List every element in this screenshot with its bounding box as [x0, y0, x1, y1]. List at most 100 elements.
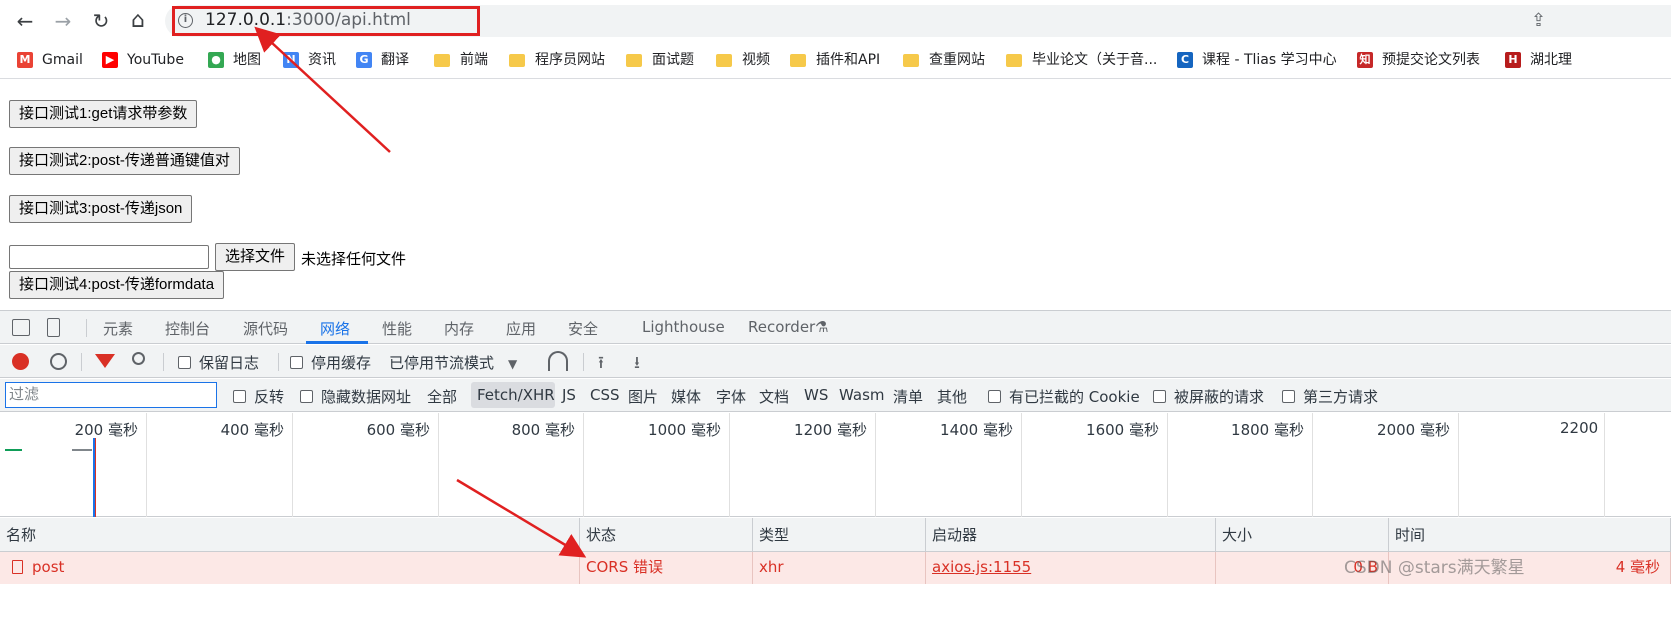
checkbox-box[interactable]	[233, 390, 246, 403]
invert-label: 反转	[254, 388, 285, 406]
tab-8[interactable]: Lighthouse	[642, 318, 725, 336]
network-overview-timeline[interactable]: 200 毫秒 400 毫秒 600 毫秒 800 毫秒 1000 毫秒 1200 毫秒 14…	[0, 413, 1671, 517]
api-test-4-button[interactable]: 接口测试4:post-传递formdata	[9, 271, 225, 299]
forward-button[interactable]: →	[50, 8, 76, 34]
bookmark-item[interactable]: C 课程 - Tlias 学习中心	[1177, 50, 1337, 70]
divider	[583, 353, 584, 371]
filter-type-1[interactable]: Fetch/XHR	[477, 386, 555, 404]
folder-icon	[626, 53, 642, 67]
bookmark-item[interactable]: G 翻译	[356, 50, 409, 70]
choose-file-button[interactable]: 选择文件	[215, 243, 296, 271]
filter-type-8[interactable]: WS	[804, 386, 828, 404]
filter-icon[interactable]	[95, 354, 115, 368]
column-header-4[interactable]: 大小	[1216, 518, 1389, 552]
bookmark-item[interactable]: M Gmail	[17, 50, 83, 70]
column-header-5[interactable]: 时间	[1389, 518, 1671, 552]
bookmark-item[interactable]: 视频	[716, 50, 770, 70]
cell-type: xhr	[753, 552, 926, 584]
bookmark-item[interactable]: 插件和API	[790, 50, 880, 70]
record-icon[interactable]	[12, 353, 29, 370]
bookmark-item[interactable]: 程序员网站	[509, 50, 605, 70]
cell-initiator[interactable]: axios.js:1155	[926, 552, 1216, 584]
tab-4[interactable]: 性能	[382, 318, 412, 339]
tab-1[interactable]: 控制台	[165, 318, 210, 339]
timeline-tick-label: 1600 毫秒	[1086, 421, 1159, 439]
bookmark-item[interactable]: H 湖北理	[1505, 50, 1572, 70]
filter-type-0[interactable]: 全部	[427, 386, 457, 407]
bookmark-item[interactable]: ● 地图	[208, 50, 261, 70]
bookmark-item[interactable]: 知预提交论文列表	[1357, 50, 1480, 70]
checkbox-box[interactable]	[178, 356, 191, 369]
column-header-2[interactable]: 类型	[753, 518, 926, 552]
document-icon	[12, 560, 23, 574]
filter-type-3[interactable]: CSS	[590, 386, 620, 404]
api-test-2-button[interactable]: 接口测试2:post-传递普通键值对	[9, 147, 240, 175]
network-conditions-icon[interactable]	[548, 351, 568, 371]
disable-cache-checkbox[interactable]: 停用缓存	[290, 352, 371, 373]
search-icon[interactable]	[132, 352, 145, 365]
column-header-0[interactable]: 名称	[0, 518, 580, 552]
import-har-icon[interactable]: ⭱	[598, 350, 604, 379]
hide-data-urls-checkbox[interactable]: 隐藏数据网址	[300, 386, 411, 407]
api-test-1-button[interactable]: 接口测试1:get请求带参数	[9, 100, 198, 128]
third-party-checkbox[interactable]: 第三方请求	[1282, 386, 1378, 407]
inspect-element-icon[interactable]	[12, 319, 30, 336]
cell-text: axios.js:1155	[932, 558, 1032, 576]
bookmarks-bar: M Gmail ▶ YouTube ● 地图 N 资讯 G 翻译 前端 程序员网站 面试题 视频 插件和AP…	[0, 44, 1671, 76]
tab-7[interactable]: 安全	[568, 318, 598, 339]
column-header-3[interactable]: 启动器	[926, 518, 1216, 552]
timeline-bar	[72, 449, 92, 451]
bookmark-item[interactable]: 前端	[434, 50, 488, 70]
bookmark-item[interactable]: 查重网站	[903, 50, 985, 70]
blocked-requests-checkbox[interactable]: 被屏蔽的请求	[1153, 386, 1264, 407]
checkbox-box[interactable]	[1153, 390, 1166, 403]
gmail-icon: M	[17, 52, 33, 68]
timeline-gridline	[292, 413, 293, 517]
column-header-1[interactable]: 状态	[580, 518, 753, 552]
filter-input[interactable]: 过滤	[5, 382, 217, 408]
checkbox-box[interactable]	[290, 356, 303, 369]
throttle-select[interactable]: 已停用节流模式 ▼	[389, 352, 517, 373]
filter-type-10[interactable]: 清单	[893, 386, 923, 407]
preserve-log-checkbox[interactable]: 保留日志	[178, 352, 259, 373]
tab-5[interactable]: 内存	[444, 318, 474, 339]
bookmark-item[interactable]: N 资讯	[283, 50, 336, 70]
bookmark-item[interactable]: 毕业论文（关于音...	[1006, 50, 1157, 70]
bookmark-item[interactable]: 面试题	[626, 50, 694, 70]
share-icon[interactable]: ⇪	[1531, 10, 1546, 31]
tab-3[interactable]: 网络	[320, 318, 350, 339]
back-button[interactable]: ←	[12, 8, 38, 34]
filter-type-5[interactable]: 媒体	[671, 386, 701, 407]
filter-type-2[interactable]: JS	[562, 386, 576, 404]
tab-2[interactable]: 源代码	[243, 318, 288, 339]
bookmark-item[interactable]: ▶ YouTube	[102, 50, 184, 70]
filter-type-11[interactable]: 其他	[937, 386, 967, 407]
filter-type-4[interactable]: 图片	[628, 386, 658, 407]
checkbox-box[interactable]	[988, 390, 1001, 403]
filter-type-7[interactable]: 文档	[759, 386, 789, 407]
timeline-tick-label: 1400 毫秒	[940, 421, 1013, 439]
filter-type-6[interactable]: 字体	[716, 386, 746, 407]
text-input[interactable]	[9, 245, 209, 269]
tab-0[interactable]: 元素	[103, 318, 133, 339]
export-har-icon[interactable]: ⭳	[634, 350, 640, 379]
checkbox-box[interactable]	[1282, 390, 1295, 403]
clear-icon[interactable]	[50, 353, 67, 370]
reload-button[interactable]: ↻	[88, 8, 114, 34]
invert-checkbox[interactable]: 反转	[233, 386, 284, 407]
bookmark-label: 毕业论文（关于音...	[1032, 52, 1158, 68]
bookmark-label: Gmail	[42, 52, 83, 68]
device-toolbar-icon[interactable]	[47, 318, 60, 337]
tab-6[interactable]: 应用	[506, 318, 536, 339]
blocked-cookies-checkbox[interactable]: 有已拦截的 Cookie	[988, 386, 1140, 407]
home-button[interactable]: ⌂	[125, 8, 151, 34]
cell-name[interactable]: post	[0, 552, 580, 584]
checkbox-box[interactable]	[300, 390, 313, 403]
tab-9[interactable]: Recorder	[748, 318, 815, 336]
api-test-3-button[interactable]: 接口测试3:post-传递json	[9, 195, 193, 223]
cell-text: 4 毫秒	[1615, 558, 1660, 576]
filter-type-9[interactable]: Wasm	[839, 386, 885, 404]
no-file-label: 未选择任何文件	[301, 250, 407, 268]
timeline-gridline	[729, 413, 730, 517]
timeline-gridline	[146, 413, 147, 517]
